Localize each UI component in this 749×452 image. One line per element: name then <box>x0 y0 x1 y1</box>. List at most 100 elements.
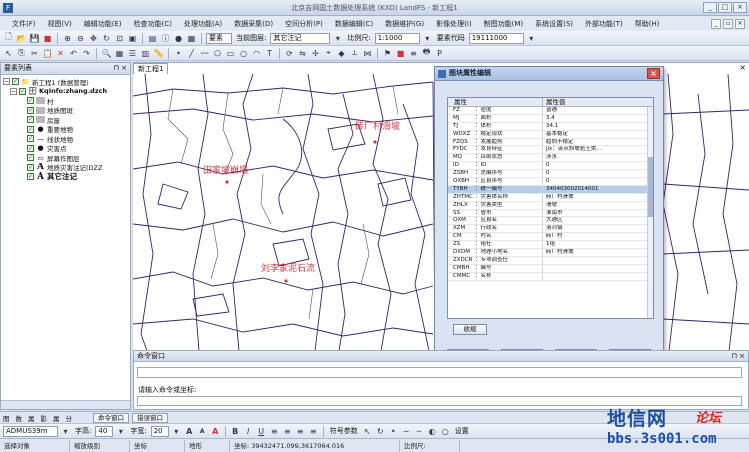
attribute-row[interactable]: WDXZ ：稳定现状 基本稳定 <box>448 130 653 139</box>
attribute-value-cell[interactable]: 洛河镇 <box>543 225 653 232</box>
left-tab[interactable]: 属 <box>25 413 38 423</box>
attribute-value-cell[interactable]: 滑坡 <box>543 202 653 209</box>
attribute-row[interactable]: XZM ：行政名 洛河镇 <box>448 225 653 234</box>
feature-code-input[interactable]: 19111000 <box>468 32 524 44</box>
feature-type-select[interactable]: 要素 <box>206 32 232 44</box>
attribute-value-cell[interactable]: 0 <box>543 170 653 177</box>
attribute-value-cell[interactable]: 砖厂村滑坡 <box>543 249 653 256</box>
color-icon[interactable]: ■ <box>395 48 406 59</box>
tree-row-project[interactable]: − ✓ 📁 新工程1 (数据管理) <box>3 77 130 87</box>
attribute-row[interactable]: FYDC ：发育特征 jlx：该点斜坡岩土类... <box>448 146 653 155</box>
tab-command-window[interactable]: 命令窗口 <box>93 412 129 423</box>
scale-select[interactable]: 1:1000 <box>374 32 420 44</box>
attribute-row[interactable]: ID ：ID 0 <box>448 162 653 171</box>
close-button[interactable]: × <box>733 2 747 13</box>
font-smaller-icon[interactable]: A <box>197 426 208 437</box>
left-tab[interactable]: 数 <box>13 413 26 423</box>
maximize-button[interactable]: □ <box>718 2 732 13</box>
zoom-window-icon[interactable]: ⊡ <box>114 33 125 44</box>
collapse-icon[interactable]: − <box>10 87 17 95</box>
zoom-in-icon[interactable]: ⊕ <box>62 33 73 44</box>
select-icon[interactable]: ↖ <box>3 48 14 59</box>
left-tab[interactable]: 属 <box>50 413 63 423</box>
rect-icon[interactable]: ▭ <box>225 48 236 59</box>
attribute-value-cell[interactable]: 0 <box>543 178 653 185</box>
tree-row-layer[interactable]: ✓ 地质图斑 <box>3 106 130 115</box>
tree-row-layer[interactable]: ✓ A 其它注记 <box>3 172 130 182</box>
rotate-text-icon[interactable]: ↻ <box>375 426 386 437</box>
map-label[interactable]: 田家坡崩塌 <box>203 164 248 176</box>
height-select[interactable]: 40 <box>95 425 114 437</box>
attribute-value-cell[interactable]: 1组 <box>543 241 653 248</box>
menu-settings[interactable]: 系统设置(S) <box>529 19 579 29</box>
attribute-row[interactable]: DXDM ：地理小地名 砖厂村滑坡 <box>448 249 653 257</box>
print-icon[interactable]: 🖶 <box>421 47 432 59</box>
save-icon[interactable]: 💾 <box>29 33 40 44</box>
symbol-params-label[interactable]: 符号参数 <box>328 426 360 436</box>
tab-error-window[interactable]: 错误窗口 <box>132 412 168 423</box>
font-dropdown-icon[interactable]: ▾ <box>60 426 71 437</box>
info-icon[interactable]: ⓘ <box>160 33 171 44</box>
symbol-icon[interactable]: ⚑ <box>382 48 393 59</box>
code-dropdown-icon[interactable]: ▾ <box>526 33 537 44</box>
stop-icon[interactable]: ● <box>173 33 184 44</box>
move-icon[interactable]: ✢ <box>310 48 321 59</box>
attribute-value-cell[interactable]: 0 <box>543 162 653 169</box>
current-layer-select[interactable]: 其它注记 <box>270 32 331 44</box>
menu-spatial[interactable]: 空间分析(P) <box>279 19 329 29</box>
mdi-minimize-icon[interactable]: _ <box>711 18 721 29</box>
no-fill-icon[interactable]: ○ <box>440 426 451 437</box>
attribute-row[interactable]: TYBH ：统一编号 340403002014001 <box>448 185 653 194</box>
attribute-value-cell[interactable] <box>543 265 653 272</box>
pan-icon[interactable]: ✥ <box>88 33 99 44</box>
width-dropdown-icon[interactable]: ▾ <box>171 426 182 437</box>
checkbox[interactable]: ✓ <box>27 116 34 124</box>
attribute-value-cell[interactable]: 淮南市 <box>543 210 653 217</box>
attribute-icon[interactable]: ☰ <box>127 48 138 59</box>
copy-icon[interactable]: ⎘ <box>16 48 27 59</box>
menu-data-capture[interactable]: 数据采集(D) <box>228 19 279 29</box>
dialog-close-icon[interactable]: × <box>647 68 660 79</box>
font-color-icon[interactable]: A <box>210 426 221 437</box>
left-tab[interactable]: 图 <box>0 413 13 423</box>
menu-edit[interactable]: 编辑功能(E) <box>78 19 128 29</box>
checkbox[interactable]: ✓ <box>27 97 34 105</box>
scroll-thumb[interactable] <box>648 157 653 217</box>
open-folder-icon[interactable]: 📂 <box>16 33 27 44</box>
attribute-value-cell[interactable]: 34.1 <box>543 123 653 130</box>
tree-row-db[interactable]: − ✓ 🗄 KqInfo:zhang.dzch <box>3 87 130 97</box>
mdi-restore-icon[interactable]: ▫ <box>723 18 733 29</box>
scale-dropdown-icon[interactable]: ▾ <box>422 33 433 44</box>
cut-icon[interactable]: ✂ <box>29 48 40 59</box>
map-label[interactable]: 刘李家泥石流 <box>261 262 315 274</box>
layer-icon[interactable]: ▤ <box>147 33 158 44</box>
left-tab[interactable]: 分 <box>63 413 76 423</box>
attribute-row[interactable]: ZHTMC ：灾害体名称 砖厂村滑坡 <box>448 193 653 202</box>
attribute-value-cell[interactable]: 340403002014001 <box>543 186 653 193</box>
attribute-row[interactable]: SS ：省市 淮南市 <box>448 209 653 218</box>
circle-icon[interactable]: ○ <box>238 48 249 59</box>
underline-icon[interactable]: U <box>256 426 267 437</box>
font-larger-icon[interactable]: A <box>184 426 195 437</box>
attribute-row[interactable]: QXM ：区县名 大通区 <box>448 217 653 226</box>
attribute-row[interactable]: FZQS ：发展趋势 趋向不稳定 <box>448 138 653 147</box>
attribute-value-cell[interactable]: 3.4 <box>543 115 653 122</box>
checkbox[interactable]: ✓ <box>27 154 34 162</box>
attribute-row[interactable]: TJ ：体积 34.1 <box>448 122 653 131</box>
header-field[interactable]: 属性 <box>448 98 543 106</box>
close-doc-icon[interactable]: ■ <box>42 33 53 44</box>
split-icon[interactable]: ⟂ <box>349 48 360 59</box>
menu-data-edit[interactable]: 数据编辑(C) <box>329 19 379 29</box>
undo-icon[interactable]: ↶ <box>68 48 79 59</box>
checkbox[interactable]: ✓ <box>27 173 34 181</box>
merge-icon[interactable]: ⋈ <box>362 48 373 59</box>
map-label[interactable]: 砖厂村滑坡 <box>355 120 400 132</box>
chart-icon[interactable]: ▥ <box>140 48 151 59</box>
align-center-icon[interactable]: ≡ <box>282 426 293 437</box>
line-icon[interactable]: ╱ <box>186 48 197 59</box>
tree-row-layer[interactable]: ✓ 村 <box>3 96 130 106</box>
zoom-out-icon[interactable]: ⊖ <box>75 33 86 44</box>
new-file-icon[interactable]: 🗋 <box>3 32 14 44</box>
checkbox[interactable]: ✓ <box>27 125 34 133</box>
refresh-icon[interactable]: ↻ <box>101 33 112 44</box>
